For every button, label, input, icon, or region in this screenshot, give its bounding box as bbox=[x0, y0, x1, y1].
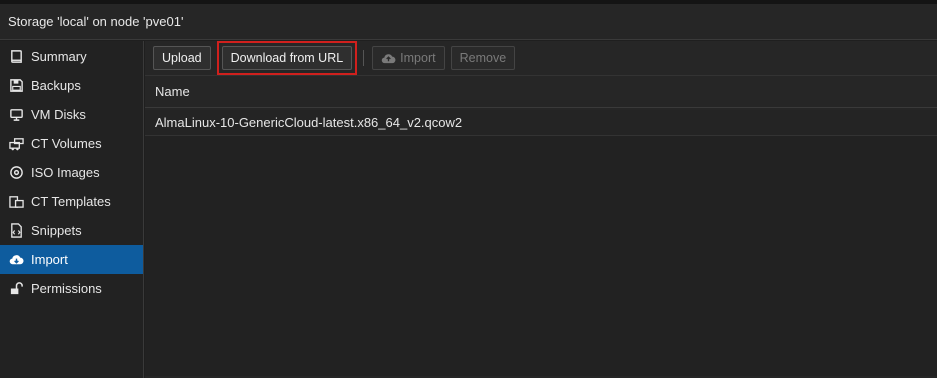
floppy-icon bbox=[8, 78, 24, 94]
container-icon bbox=[8, 136, 24, 152]
import-panel: Upload Download from URL Import Remove N… bbox=[145, 41, 937, 378]
unlock-icon bbox=[8, 281, 24, 297]
template-icon bbox=[8, 194, 24, 210]
cloud-upload-icon bbox=[381, 52, 396, 65]
sidebar-item-label: Backups bbox=[31, 78, 81, 93]
file-name-cell: AlmaLinux-10-GenericCloud-latest.x86_64_… bbox=[155, 115, 463, 130]
sidebar-item-label: Permissions bbox=[31, 281, 102, 296]
snippet-icon bbox=[8, 223, 24, 239]
sidebar-item-label: CT Volumes bbox=[31, 136, 102, 151]
import-button-label: Import bbox=[400, 51, 436, 65]
sidebar-item-ct-volumes[interactable]: CT Volumes bbox=[0, 129, 143, 158]
import-button[interactable]: Import bbox=[372, 46, 445, 70]
sidebar-item-vm-disks[interactable]: VM Disks bbox=[0, 100, 143, 129]
remove-button-label: Remove bbox=[459, 51, 507, 65]
cloud-download-icon bbox=[8, 252, 24, 268]
sidebar-item-label: CT Templates bbox=[31, 194, 111, 209]
sidebar-item-iso-images[interactable]: ISO Images bbox=[0, 158, 143, 187]
toolbar-separator bbox=[363, 50, 365, 66]
sidebar-item-backups[interactable]: Backups bbox=[0, 71, 143, 100]
monitor-icon bbox=[8, 107, 24, 123]
download-from-url-label: Download from URL bbox=[230, 51, 344, 65]
sidebar-item-label: VM Disks bbox=[31, 107, 86, 122]
panel-title: Storage 'local' on node 'pve01' bbox=[0, 4, 937, 40]
sidebar-item-import[interactable]: Import bbox=[0, 245, 143, 274]
sidebar-item-label: ISO Images bbox=[31, 165, 100, 180]
disc-icon bbox=[8, 165, 24, 181]
sidebar-item-ct-templates[interactable]: CT Templates bbox=[0, 187, 143, 216]
panel-title-text: Storage 'local' on node 'pve01' bbox=[8, 14, 184, 29]
grid-empty-area bbox=[145, 136, 937, 376]
table-row[interactable]: AlmaLinux-10-GenericCloud-latest.x86_64_… bbox=[145, 110, 937, 136]
sidebar-item-permissions[interactable]: Permissions bbox=[0, 274, 143, 303]
sidebar-item-label: Import bbox=[31, 252, 68, 267]
column-header-name[interactable]: Name bbox=[145, 76, 937, 108]
sidebar-item-label: Summary bbox=[31, 49, 87, 64]
column-header-label: Name bbox=[155, 84, 190, 99]
download-from-url-button[interactable]: Download from URL bbox=[221, 46, 353, 70]
upload-button-label: Upload bbox=[162, 51, 202, 65]
sidebar-item-summary[interactable]: Summary bbox=[0, 42, 143, 71]
storage-sidebar: Summary Backups VM Disks CT Volumes ISO … bbox=[0, 41, 144, 378]
download-highlight-box: Download from URL bbox=[216, 41, 358, 75]
sidebar-item-snippets[interactable]: Snippets bbox=[0, 216, 143, 245]
toolbar: Upload Download from URL Import Remove bbox=[145, 41, 937, 76]
remove-button[interactable]: Remove bbox=[450, 46, 516, 70]
sidebar-item-label: Snippets bbox=[31, 223, 82, 238]
book-icon bbox=[8, 49, 24, 65]
upload-button[interactable]: Upload bbox=[153, 46, 211, 70]
